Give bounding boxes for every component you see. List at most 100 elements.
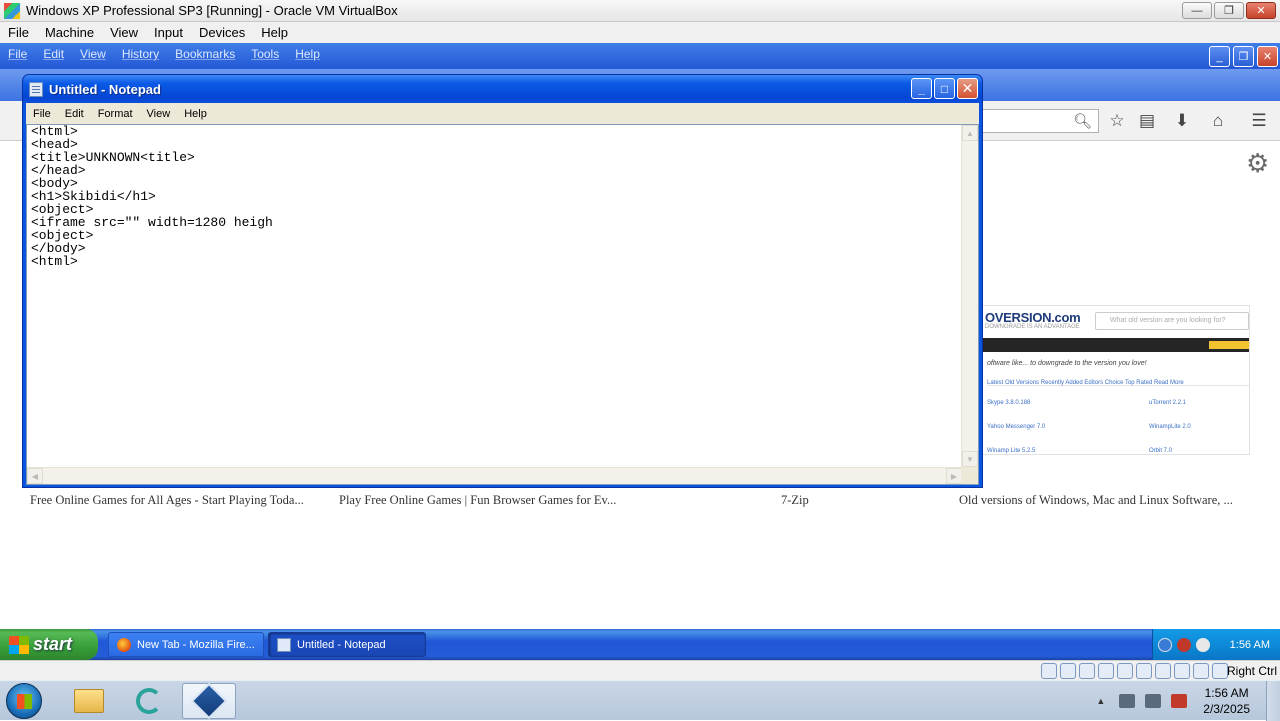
- network-icon[interactable]: [1145, 694, 1162, 708]
- thumb-row: WinampLite 2.0: [1149, 424, 1191, 430]
- vbox-menu-help[interactable]: Help: [253, 25, 296, 40]
- notepad-icon: [277, 637, 291, 652]
- newtab-tile-thumbnail[interactable]: OVERSION.com DOWNGRADE IS AN ADVANTAGE W…: [980, 305, 1250, 455]
- newtab-tile-caption[interactable]: Free Online Games for All Ages - Start P…: [30, 493, 322, 508]
- taskbar-snake-app[interactable]: [122, 683, 176, 719]
- vbox-menu-view[interactable]: View: [102, 25, 146, 40]
- xp-system-tray: 1:56 AM: [1152, 629, 1280, 660]
- host-clock[interactable]: 1:56 AM 2/3/2025: [1203, 685, 1250, 717]
- scroll-left-arrow-icon[interactable]: ◀: [27, 468, 43, 484]
- notepad-menu-help[interactable]: Help: [177, 108, 214, 120]
- resize-grip[interactable]: [961, 467, 978, 484]
- scroll-right-arrow-icon[interactable]: ▶: [946, 468, 962, 484]
- firefox-window-controls: _ ❐ ✕: [1209, 46, 1278, 67]
- newtab-tile-caption[interactable]: Old versions of Windows, Mac and Linux S…: [959, 493, 1251, 508]
- notepad-menu-edit[interactable]: Edit: [58, 108, 91, 120]
- vbox-menu-file[interactable]: File: [0, 25, 37, 40]
- firefox-menu-view[interactable]: View: [72, 47, 114, 61]
- start-button[interactable]: start: [0, 629, 98, 660]
- host-date: 2/3/2025: [1203, 702, 1250, 716]
- horizontal-scrollbar[interactable]: ◀ ▶: [27, 467, 962, 484]
- host-key-label: Right Ctrl: [1226, 664, 1277, 678]
- firefox-menu-edit[interactable]: Edit: [35, 47, 72, 61]
- notepad-text-area[interactable]: <html> <head> <title>UNKNOWN<title> </he…: [26, 124, 979, 485]
- notepad-minimize-button[interactable]: _: [911, 78, 932, 99]
- firefox-close-button[interactable]: ✕: [1257, 46, 1278, 67]
- notepad-menu-file[interactable]: File: [26, 108, 58, 120]
- notepad-titlebar[interactable]: Untitled - Notepad _ □ ✕: [23, 75, 982, 103]
- newtab-tile-caption[interactable]: Play Free Online Games | Fun Browser Gam…: [339, 493, 631, 508]
- tray-volume-icon[interactable]: [1196, 637, 1210, 652]
- thumb-row: Yahoo Messenger 7.0: [987, 424, 1046, 430]
- xp-clock: 1:56 AM: [1229, 638, 1270, 651]
- cpu-icon[interactable]: [1174, 663, 1190, 679]
- mouse-integration-icon[interactable]: [1193, 663, 1209, 679]
- downloads-icon[interactable]: ⬇: [1170, 109, 1194, 133]
- vbox-menu-machine[interactable]: Machine: [37, 25, 102, 40]
- search-icon[interactable]: 🔍︎: [1073, 112, 1092, 130]
- scroll-up-arrow-icon[interactable]: ▲: [962, 125, 978, 141]
- close-button[interactable]: ✕: [1246, 2, 1276, 19]
- tray-shield-icon[interactable]: [1177, 637, 1191, 652]
- shared-folders-icon[interactable]: [1117, 663, 1133, 679]
- taskbar-virtualbox[interactable]: [182, 682, 236, 720]
- notepad-menubar: File Edit Format View Help: [26, 103, 979, 124]
- vertical-scrollbar[interactable]: ▲ ▼: [961, 125, 978, 467]
- vbox-menu-devices[interactable]: Devices: [191, 25, 253, 40]
- hard-disk-icon[interactable]: [1041, 663, 1057, 679]
- thumb-tagline: DOWNGRADE IS AN ADVANTAGE: [985, 324, 1080, 330]
- notepad-menu-view[interactable]: View: [140, 108, 178, 120]
- usb-icon[interactable]: [1098, 663, 1114, 679]
- newtab-settings-gear-icon[interactable]: ⚙: [1246, 148, 1269, 179]
- reading-list-icon[interactable]: ▤: [1135, 109, 1159, 133]
- hamburger-menu-icon[interactable]: ☰: [1247, 109, 1271, 133]
- volume-muted-icon[interactable]: [1171, 694, 1188, 708]
- thumb-row: Orbit 7.0: [1149, 448, 1173, 454]
- display-icon[interactable]: [1136, 663, 1152, 679]
- notepad-close-button[interactable]: ✕: [957, 78, 978, 99]
- vbox-titlebar: Windows XP Professional SP3 [Running] - …: [0, 0, 1280, 22]
- windows-start-orb-icon[interactable]: [6, 683, 42, 719]
- vbox-window-controls: — ❐ ✕: [1182, 2, 1276, 19]
- notepad-content[interactable]: <html> <head> <title>UNKNOWN<title> </he…: [31, 125, 956, 268]
- keyboard-capture-icon[interactable]: [1212, 663, 1228, 679]
- bookmark-star-icon[interactable]: ☆: [1105, 109, 1129, 133]
- firefox-icon: [117, 637, 131, 652]
- firefox-minimize-button[interactable]: _: [1209, 46, 1230, 67]
- show-hidden-icons-icon[interactable]: ▲: [1096, 696, 1105, 706]
- firefox-search-input[interactable]: 🔍︎: [975, 109, 1099, 133]
- virtualbox-app-icon: [4, 2, 20, 19]
- host-system-tray: ▲ 1:56 AM 2/3/2025: [1096, 681, 1280, 721]
- notepad-title: Untitled - Notepad: [49, 81, 161, 97]
- tray-network-icon[interactable]: [1158, 637, 1172, 652]
- vbox-menu-input[interactable]: Input: [146, 25, 191, 40]
- thumb-searchbox: What old version are you looking for?: [1095, 312, 1249, 330]
- show-desktop-button[interactable]: [1266, 681, 1280, 721]
- firefox-titlebar: File Edit View History Bookmarks Tools H…: [0, 43, 1280, 69]
- taskbar-item-label: Untitled - Notepad: [297, 638, 386, 651]
- firefox-menu-tools[interactable]: Tools: [243, 47, 287, 61]
- thumb-columns: Latest Old Versions Recently Added Edito…: [987, 380, 1249, 386]
- newtab-tile-caption[interactable]: 7-Zip: [781, 493, 841, 508]
- firefox-menu-file[interactable]: File: [0, 47, 35, 61]
- home-icon[interactable]: ⌂: [1206, 109, 1230, 133]
- video-capture-icon[interactable]: [1155, 663, 1171, 679]
- taskbar-item-notepad[interactable]: Untitled - Notepad: [268, 632, 426, 657]
- scroll-down-arrow-icon[interactable]: ▼: [962, 451, 978, 467]
- network-adapter-icon[interactable]: [1079, 663, 1095, 679]
- taskbar-item-firefox[interactable]: New Tab - Mozilla Fire...: [108, 632, 264, 657]
- firefox-menu-bookmarks[interactable]: Bookmarks: [167, 47, 243, 61]
- thumb-row: uTorrent 2.2.1: [1149, 400, 1187, 406]
- optical-drive-icon[interactable]: [1060, 663, 1076, 679]
- action-center-flag-icon[interactable]: [1119, 694, 1136, 708]
- firefox-menu-history[interactable]: History: [114, 47, 167, 61]
- virtualbox-icon: [190, 682, 228, 720]
- notepad-maximize-button[interactable]: □: [934, 78, 955, 99]
- maximize-button[interactable]: ❐: [1214, 2, 1244, 19]
- thumb-navstrip: [981, 338, 1249, 352]
- firefox-menu-help[interactable]: Help: [287, 47, 328, 61]
- minimize-button[interactable]: —: [1182, 2, 1212, 19]
- taskbar-explorer[interactable]: [62, 683, 116, 719]
- firefox-restore-button[interactable]: ❐: [1233, 46, 1254, 67]
- notepad-menu-format[interactable]: Format: [91, 108, 140, 120]
